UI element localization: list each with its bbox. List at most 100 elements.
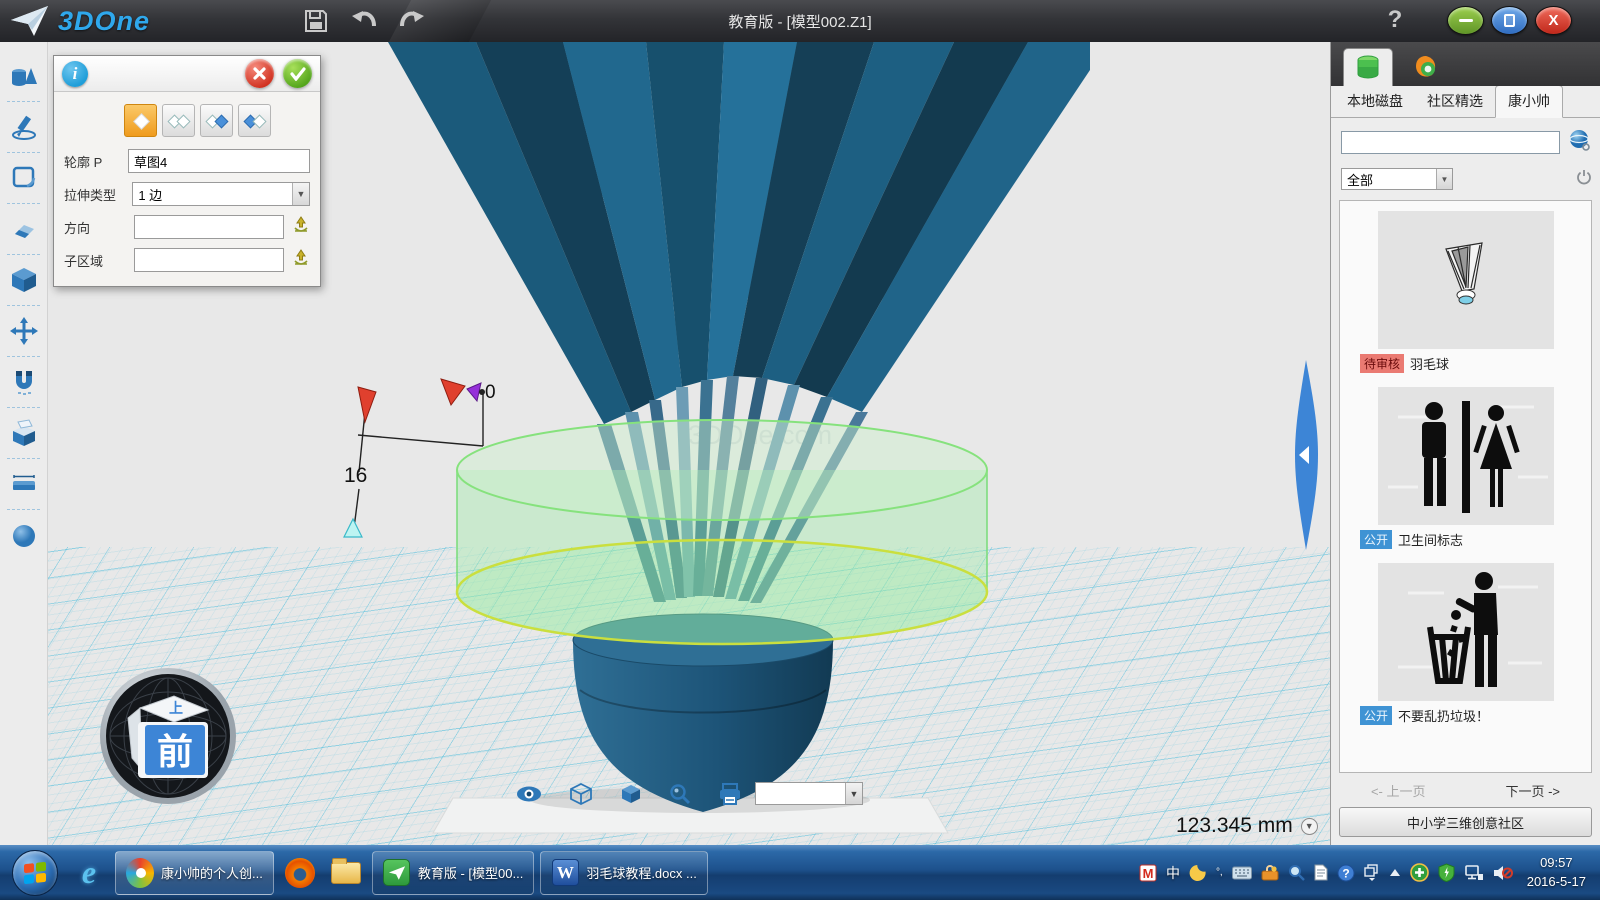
ie-taskbar-icon[interactable]: e: [66, 850, 112, 896]
category-dropdown[interactable]: 全部 ▼: [1341, 168, 1453, 190]
document-tray-icon[interactable]: [1314, 863, 1328, 883]
direction-input[interactable]: [134, 215, 284, 239]
community-site-button[interactable]: 中小学三维创意社区: [1339, 807, 1592, 837]
help-button[interactable]: ?: [1380, 6, 1410, 34]
dropdown-arrow-icon: ▼: [1436, 169, 1452, 189]
volume-muted-tray-icon[interactable]: [1493, 863, 1513, 883]
sketch-rect-icon: [9, 163, 39, 193]
show-hidden-icons-button[interactable]: [1389, 863, 1401, 883]
community-site-tab[interactable]: [1401, 48, 1451, 86]
taskbar-button-word[interactable]: W 羽毛球教程.docx ...: [540, 851, 708, 895]
panel-collapse-handle[interactable]: [1292, 360, 1318, 550]
refresh-power-button[interactable]: [1576, 169, 1592, 190]
wireframe-view-button[interactable]: [569, 782, 593, 811]
taskbar-clock[interactable]: 09:57 2016-5-17: [1527, 854, 1586, 892]
scale-expand-button[interactable]: ▼: [1301, 818, 1318, 835]
window-restore-tray-icon[interactable]: [1364, 863, 1380, 883]
direction-pick-button[interactable]: [292, 216, 310, 239]
redo-button[interactable]: [396, 5, 428, 37]
antivirus-plus-tray-icon[interactable]: [1410, 863, 1429, 883]
moon-tray-icon[interactable]: [1189, 863, 1207, 883]
dimension-value: 16: [344, 464, 367, 487]
extrude-mode-1-button[interactable]: [124, 104, 157, 137]
taskbar-button-3done[interactable]: 教育版 - [模型00...: [372, 851, 534, 895]
view-cube-top-label: 上: [169, 700, 183, 716]
windows-logo-icon: [24, 861, 46, 883]
view-cube[interactable]: 前 上: [98, 666, 238, 806]
tab-community-featured[interactable]: 社区精选: [1415, 86, 1495, 117]
special-feature-tool[interactable]: [0, 411, 48, 455]
extrude-type-dropdown[interactable]: 1 边 ▼: [132, 182, 310, 206]
solid-edit-tool[interactable]: [0, 258, 48, 302]
dialog-cancel-button[interactable]: [245, 59, 274, 88]
scale-readout: 123.345 mm: [1176, 814, 1293, 838]
gallery-item-badminton[interactable]: 待审核 羽毛球: [1348, 211, 1583, 373]
primitives-tool[interactable]: [0, 54, 48, 98]
ime-indicator[interactable]: 中: [1166, 863, 1180, 883]
svg-text:M: M: [1143, 866, 1154, 881]
measure-tool[interactable]: [0, 462, 48, 506]
mail-tray-icon[interactable]: M: [1139, 863, 1157, 883]
edit-sketch-tool[interactable]: [0, 156, 48, 200]
tab-local-disk[interactable]: 本地磁盘: [1335, 86, 1415, 117]
next-page-button[interactable]: 下一页 ->: [1505, 781, 1560, 800]
3d-viewport[interactable]: 3DOne.com: [48, 42, 1330, 845]
profile-input[interactable]: [128, 149, 310, 173]
dialog-ok-button[interactable]: [283, 59, 312, 88]
move-tool[interactable]: [0, 309, 48, 353]
print-button[interactable]: [718, 783, 742, 810]
database-icon: [1356, 55, 1380, 81]
windows-taskbar: e 康小帅的个人创... 教育版 - [模型00... W 羽毛球教程.docx…: [0, 845, 1600, 900]
search-input[interactable]: [1341, 131, 1560, 154]
eraser-tool[interactable]: [0, 207, 48, 251]
gallery-item-restroom[interactable]: 公开 卫生间标志: [1348, 387, 1583, 549]
view-preset-arrow[interactable]: ▼: [845, 783, 862, 804]
origin-value: 0: [485, 382, 496, 403]
solid-view-button[interactable]: [620, 783, 642, 810]
view-preset-combobox[interactable]: ▼: [755, 782, 863, 805]
search-globe-button[interactable]: [1568, 128, 1592, 157]
status-badge: 公开: [1360, 530, 1392, 549]
help-tray-icon[interactable]: ?: [1337, 863, 1355, 883]
resource-panel: 本地磁盘 社区精选 康小帅 全部 ▼: [1330, 42, 1600, 845]
eraser-icon: [9, 214, 39, 244]
window-title: 教育版 - [模型002.Z1]: [728, 11, 871, 32]
toolbox-tray-icon[interactable]: [1261, 863, 1279, 883]
extrude-preview-cylinder[interactable]: [457, 420, 987, 644]
zoom-view-button[interactable]: [669, 783, 691, 810]
clock-date: 2016-5-17: [1527, 873, 1586, 892]
gallery-item-litter[interactable]: 公开 不要乱扔垃圾！: [1348, 563, 1583, 725]
explorer-taskbar-icon[interactable]: [323, 850, 369, 896]
system-tray: M 中 °, ?: [1139, 863, 1521, 883]
extrude-mode-3-button[interactable]: [200, 104, 233, 137]
security-shield-tray-icon[interactable]: [1438, 863, 1455, 883]
extrude-mode-4-button[interactable]: [238, 104, 271, 137]
start-button[interactable]: [12, 850, 58, 896]
close-button[interactable]: X: [1535, 6, 1572, 35]
tab-user[interactable]: 康小帅: [1495, 85, 1563, 118]
network-tray-icon[interactable]: [1464, 863, 1484, 883]
material-tool[interactable]: [0, 513, 48, 557]
prev-page-button[interactable]: <- 上一页: [1371, 781, 1426, 800]
shuttlecock-feathers[interactable]: [388, 42, 1090, 424]
pencil-icon: [9, 112, 39, 142]
subregion-pick-button[interactable]: [292, 249, 310, 272]
minimize-button[interactable]: [1447, 6, 1484, 35]
search-tray-icon[interactable]: [1288, 863, 1305, 883]
taskbar-button-browser[interactable]: 康小帅的个人创...: [115, 851, 274, 895]
extrude-mode-2-button[interactable]: [162, 104, 195, 137]
save-button[interactable]: [300, 5, 332, 37]
maximize-button[interactable]: [1491, 6, 1528, 35]
firefox-taskbar-icon[interactable]: [277, 850, 323, 896]
undo-button[interactable]: [348, 5, 380, 37]
extrude-type-label: 拉伸类型: [64, 185, 132, 204]
visibility-eye-button[interactable]: [516, 785, 542, 808]
info-icon: i: [62, 61, 88, 87]
library-tab[interactable]: [1343, 48, 1393, 86]
ime-punct-indicator[interactable]: °,: [1216, 863, 1223, 883]
assembly-tool[interactable]: [0, 360, 48, 404]
sketch-tool[interactable]: [0, 105, 48, 149]
primitives-icon: [9, 61, 39, 91]
subregion-input[interactable]: [134, 248, 284, 272]
keyboard-tray-icon[interactable]: [1232, 863, 1252, 883]
